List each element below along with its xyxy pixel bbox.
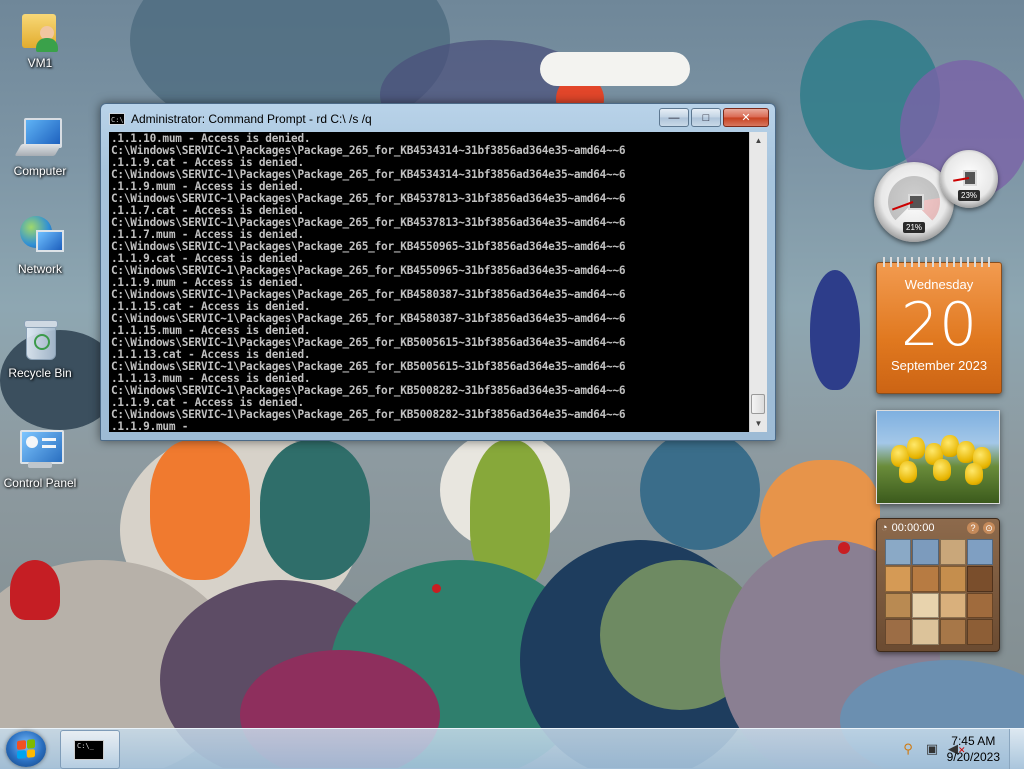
- taskbar: C:\_ ⚲ ▣ ◀✕ 7:45 AM 9/20/2023: [0, 728, 1024, 769]
- command-prompt-window[interactable]: C:\ Administrator: Command Prompt - rd C…: [100, 103, 776, 441]
- window-title: Administrator: Command Prompt - rd C:\ /…: [131, 112, 372, 126]
- console-output[interactable]: .1.1.10.mum - Access is denied. C:\Windo…: [109, 132, 749, 432]
- command-prompt-icon: C:\: [109, 113, 125, 125]
- timer-icon: ◔: [881, 522, 888, 534]
- puzzle-show-picture-icon[interactable]: ⊙: [983, 522, 995, 534]
- scroll-down-arrow-icon[interactable]: ▼: [750, 415, 767, 432]
- calendar-gadget[interactable]: Wednesday 20 September 2023: [876, 257, 1002, 394]
- window-titlebar[interactable]: C:\ Administrator: Command Prompt - rd C…: [109, 109, 372, 129]
- cpu-usage-value: 21%: [902, 222, 926, 233]
- vertical-scrollbar[interactable]: ▲ ▼: [749, 132, 767, 432]
- calendar-day: 20: [900, 290, 978, 360]
- command-prompt-icon: C:\_: [74, 740, 104, 760]
- control-panel-icon: [18, 428, 64, 472]
- desktop-icon-network[interactable]: Network: [0, 214, 80, 276]
- puzzle-tiles[interactable]: [885, 539, 993, 645]
- slideshow-gadget[interactable]: [876, 410, 1000, 504]
- puzzle-timer: 00:00:00: [891, 522, 935, 534]
- desktop-icon-vm1[interactable]: VM1: [0, 8, 80, 70]
- recycle-bin-icon: [18, 318, 62, 362]
- maximize-button[interactable]: □: [691, 108, 721, 127]
- memory-meter-gadget[interactable]: 23%: [940, 150, 998, 208]
- console-text: .1.1.10.mum - Access is denied. C:\Windo…: [111, 132, 626, 433]
- taskbar-command-prompt-button[interactable]: C:\_: [60, 730, 120, 769]
- computer-icon: [14, 116, 62, 160]
- user-folder-icon: [18, 8, 62, 52]
- picture-puzzle-gadget[interactable]: ◔ 00:00:00 ? ⊙: [876, 518, 1000, 652]
- network-globe-icon: [18, 214, 64, 258]
- calendar-month-year: September 2023: [890, 358, 988, 373]
- system-clock[interactable]: 7:45 AM 9/20/2023: [947, 733, 1000, 765]
- close-button[interactable]: ✕: [723, 108, 769, 127]
- scrollbar-thumb[interactable]: [751, 394, 765, 414]
- calendar-rings: [883, 257, 995, 267]
- start-button[interactable]: [6, 731, 46, 767]
- search-icon[interactable]: ⚲: [900, 741, 916, 757]
- desktop-icon-computer[interactable]: Computer: [0, 116, 80, 178]
- windows-logo-icon: [17, 739, 35, 759]
- puzzle-help-button[interactable]: ?: [967, 522, 979, 534]
- network-icon[interactable]: ▣: [924, 741, 940, 757]
- scroll-up-arrow-icon[interactable]: ▲: [750, 132, 767, 149]
- minimize-button[interactable]: —: [659, 108, 689, 127]
- clock-date: 9/20/2023: [946, 750, 1000, 764]
- show-desktop-button[interactable]: [1009, 729, 1024, 769]
- memory-usage-value: 23%: [957, 190, 981, 201]
- desktop-icon-control-panel[interactable]: Control Panel: [0, 428, 80, 490]
- clock-time: 7:45 AM: [951, 734, 996, 748]
- desktop-icon-recycle-bin[interactable]: Recycle Bin: [0, 318, 80, 380]
